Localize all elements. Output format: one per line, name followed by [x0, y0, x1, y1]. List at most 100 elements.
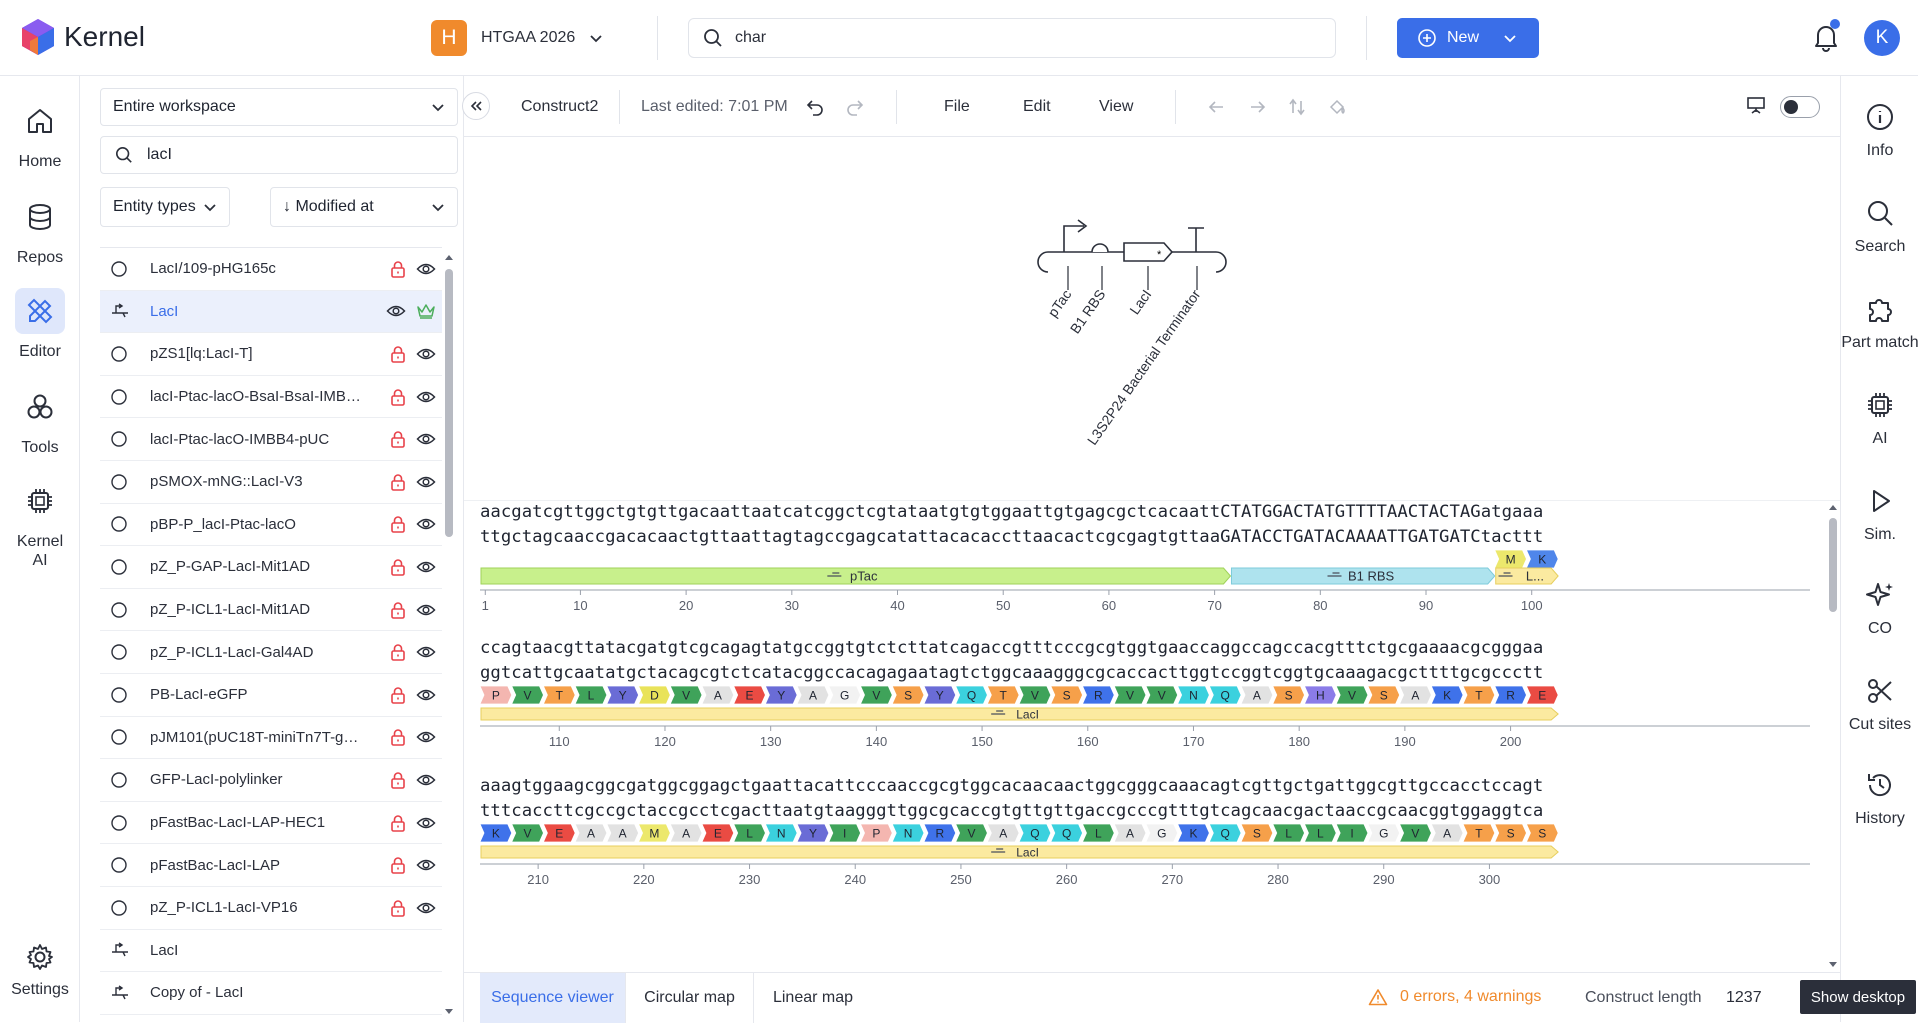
list-item[interactable]: LacI — [100, 930, 442, 973]
eye-icon[interactable] — [416, 431, 436, 447]
list-item[interactable]: pFastBac-LacI-LAP-HEC1 — [100, 802, 442, 845]
panel-search[interactable]: Search — [1841, 198, 1918, 256]
tab-circular-map[interactable]: Circular map — [626, 973, 754, 1023]
lock-icon[interactable] — [390, 345, 406, 363]
last-edited: Last edited: 7:01 PM — [641, 98, 788, 115]
eye-icon[interactable] — [416, 729, 436, 745]
menu-edit[interactable]: Edit — [1023, 98, 1051, 116]
validation-status[interactable]: 0 errors, 4 warnings — [1368, 988, 1541, 1006]
nav-tools[interactable]: Tools — [0, 384, 80, 457]
undo-icon[interactable] — [806, 98, 824, 116]
list-item[interactable]: pFastBac-LacI-LAP — [100, 844, 442, 887]
lock-icon[interactable] — [390, 515, 406, 534]
amino-acid-label: Q — [967, 689, 976, 703]
lock-icon[interactable] — [390, 899, 406, 917]
panel-history[interactable]: History — [1841, 770, 1918, 828]
nav-repos[interactable]: Repos — [0, 194, 80, 267]
eye-icon[interactable] — [416, 389, 436, 405]
sequence-row[interactable]: ccagtaacgttatacgatgtcgcagagtatgccggtgtct… — [480, 636, 1810, 749]
collapse-sidebar-button[interactable] — [462, 92, 490, 120]
eye-icon[interactable] — [416, 559, 436, 575]
eye-icon[interactable] — [416, 857, 436, 873]
list-item[interactable]: pJM101(pUC18T-miniTn7T-gm-LacI) — [100, 717, 442, 760]
redo-icon[interactable] — [846, 98, 864, 116]
menu-file[interactable]: File — [944, 98, 970, 116]
sequence-scrollbar[interactable] — [1826, 500, 1840, 975]
eye-icon[interactable] — [416, 687, 436, 703]
eye-icon[interactable] — [416, 261, 436, 277]
list-item[interactable]: pZ_P-ICL1-LacI-VP16 — [100, 887, 442, 930]
nav-kernel-ai[interactable]: Kernel AI — [0, 478, 80, 570]
eye-icon[interactable] — [386, 303, 406, 319]
list-item[interactable]: Copy of - LacI — [100, 972, 442, 1015]
eye-icon[interactable] — [416, 346, 436, 362]
list-item[interactable]: lacI-Ptac-lacO-BsaI-BsaI-IMBB4-pUC — [100, 376, 442, 419]
nav-editor[interactable]: Editor — [0, 288, 80, 361]
list-item[interactable]: pSMOX-mNG::LacI-V3 — [100, 461, 442, 504]
list-item[interactable]: LacI — [100, 290, 442, 334]
lock-icon[interactable] — [390, 814, 406, 832]
list-item-name: pZ_P-ICL1-LacI-Mit1AD — [150, 601, 311, 619]
construct-title[interactable]: Construct2 — [521, 98, 598, 116]
panel-ai[interactable]: AI — [1841, 390, 1918, 448]
presentation-icon[interactable] — [1746, 95, 1766, 115]
eye-icon[interactable] — [416, 516, 436, 532]
list-item[interactable]: lacI-Ptac-lacO-IMBB4-pUC — [100, 418, 442, 461]
eye-icon[interactable] — [416, 772, 436, 788]
arrow-left-icon[interactable] — [1208, 98, 1226, 116]
lock-icon[interactable] — [390, 430, 406, 448]
nav-home[interactable]: Home — [0, 98, 80, 171]
list-item[interactable]: pBP-P_lacI-Ptac-lacO — [100, 504, 442, 547]
eye-icon[interactable] — [416, 815, 436, 831]
panel-simulate[interactable]: Sim. — [1841, 486, 1918, 544]
lock-icon[interactable] — [390, 601, 406, 619]
sidebar-search-input[interactable]: lacI — [100, 136, 458, 174]
panel-cut-sites[interactable]: Cut sites — [1841, 676, 1918, 734]
user-avatar[interactable]: K — [1864, 20, 1900, 56]
lock-icon[interactable] — [390, 473, 406, 491]
sidebar-scrollbar[interactable] — [442, 247, 456, 1022]
lock-icon[interactable] — [390, 558, 406, 576]
list-item[interactable]: pZ_P-ICL1-LacI-Gal4AD — [100, 631, 442, 674]
app-logo[interactable]: Kernel — [20, 18, 145, 56]
lock-icon[interactable] — [390, 686, 406, 704]
list-item[interactable]: GFP-LacI-polylinker — [100, 759, 442, 802]
lock-icon[interactable] — [390, 856, 406, 874]
paint-bucket-icon[interactable] — [1328, 98, 1348, 116]
menu-view[interactable]: View — [1099, 98, 1133, 116]
panel-info[interactable]: Info — [1841, 102, 1918, 160]
list-item[interactable]: pZ_P-ICL1-LacI-Mit1AD — [100, 589, 442, 632]
arrow-right-icon[interactable] — [1248, 98, 1266, 116]
tab-sequence-viewer[interactable]: Sequence viewer — [480, 973, 626, 1023]
lock-icon[interactable] — [390, 260, 406, 278]
tab-linear-map[interactable]: Linear map — [754, 973, 872, 1023]
scope-select[interactable]: Entire workspace — [100, 88, 458, 126]
sort-select[interactable]: ↓ Modified at — [270, 187, 458, 227]
new-button[interactable]: New — [1397, 18, 1539, 58]
lock-icon[interactable] — [390, 643, 406, 661]
lock-icon[interactable] — [390, 728, 406, 747]
sequence-row[interactable]: aacgatcgttggctgtgttgacaattaatcatcggctcgt… — [480, 500, 1810, 613]
eye-icon[interactable] — [416, 900, 436, 916]
entity-types-filter[interactable]: Entity types — [100, 187, 230, 227]
list-item[interactable]: pZS1[lq:LacI-T] — [100, 333, 442, 376]
annotation-track[interactable]: M KpTac B1 RBS L... 1 10 20 30 40 50 60 70 80 90 100 — [480, 550, 1810, 632]
panel-part-match[interactable]: Part match — [1841, 294, 1918, 352]
view-toggle[interactable] — [1780, 96, 1820, 118]
flip-strand-icon[interactable] — [1288, 98, 1306, 116]
annotation-track[interactable]: K V E A A M A E L N Y I P N R V A Q Q L A G K Q S L L I G V A T S S LacI 21… — [480, 824, 1810, 906]
lock-icon[interactable] — [390, 771, 406, 789]
sequence-row[interactable]: aaagtggaagcggcgatggcggagctgaattacattccca… — [480, 774, 1810, 887]
list-item[interactable]: PB-LacI-eGFP — [100, 674, 442, 717]
workspace-switcher[interactable]: H HTGAA 2026 — [431, 20, 603, 56]
list-item[interactable]: pZ_P-GAP-LacI-Mit1AD — [100, 546, 442, 589]
annotation-track[interactable]: P V T L Y D V A E Y A G V S Y Q T V S R V V N Q A S H V S A K T R E LacI 11… — [480, 686, 1810, 768]
nav-settings[interactable]: Settings — [0, 942, 80, 999]
eye-icon[interactable] — [416, 602, 436, 618]
panel-codon-optimize[interactable]: CO — [1841, 580, 1918, 638]
global-search-input[interactable]: char — [688, 18, 1336, 58]
eye-icon[interactable] — [416, 474, 436, 490]
list-item[interactable]: LacI/109-pHG165c — [100, 248, 442, 291]
lock-icon[interactable] — [390, 388, 406, 406]
eye-icon[interactable] — [416, 644, 436, 660]
